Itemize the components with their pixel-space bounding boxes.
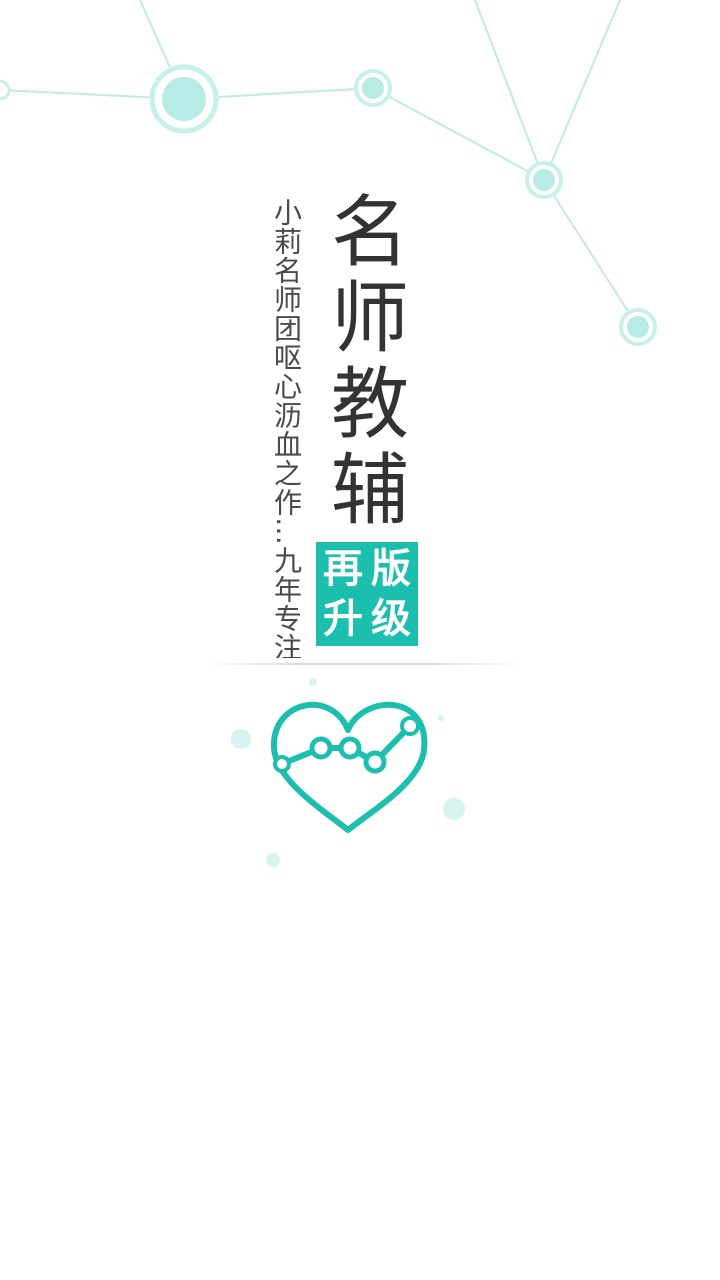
title-char: 辅: [330, 446, 409, 536]
divider: [205, 663, 520, 665]
network-node: [354, 69, 392, 107]
network-node: [149, 64, 219, 134]
chain-node: [273, 755, 291, 773]
network-node: [0, 79, 11, 101]
network-line: [372, 87, 545, 181]
app-title: 名 师 教 辅: [328, 190, 412, 534]
chain-node: [363, 750, 387, 774]
network-line: [543, 0, 621, 181]
heart-network-icon: [231, 678, 465, 867]
chain-node: [338, 736, 362, 760]
title-char: 教: [330, 360, 409, 450]
network-node: [619, 308, 657, 346]
floating-dot: [309, 678, 317, 686]
badge-char: 级: [371, 596, 411, 642]
title-char: 名: [330, 188, 409, 278]
floating-dot: [438, 715, 444, 721]
floating-dot: [443, 798, 465, 820]
network-line: [543, 179, 639, 328]
badge-char: 再: [323, 546, 363, 592]
network-line: [474, 0, 545, 181]
title-char: 师: [330, 274, 409, 364]
network-node: [525, 161, 563, 199]
chain-node: [400, 716, 420, 736]
badge-char: 升: [323, 596, 363, 642]
slogan-text: 小莉名师团呕心沥血之作…九年专注: [270, 198, 303, 658]
floating-dot: [231, 729, 251, 749]
edition-badge: 再 版 升 级: [316, 542, 418, 646]
chain-node: [309, 736, 333, 760]
badge-char: 版: [371, 546, 411, 592]
floating-dot: [266, 853, 280, 867]
